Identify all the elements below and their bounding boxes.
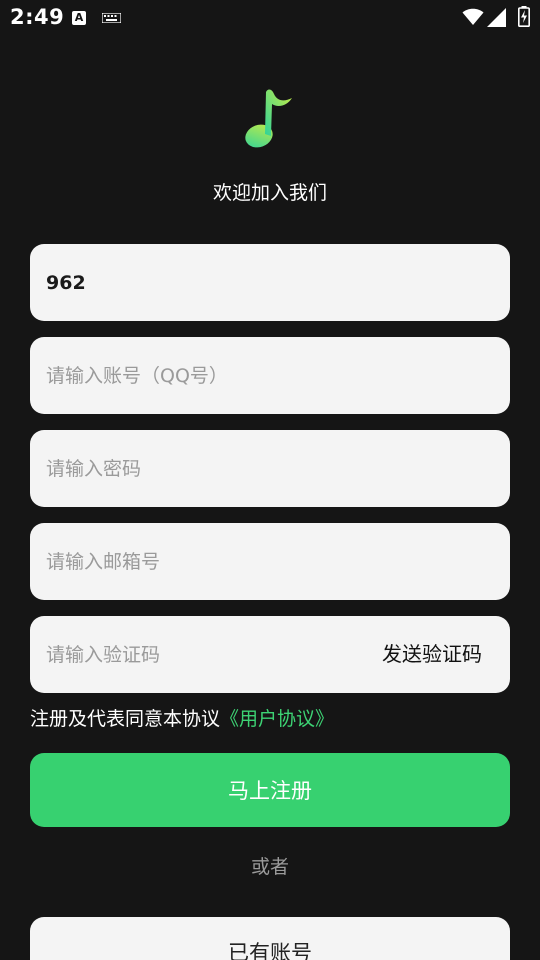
- wifi-icon: [462, 8, 484, 25]
- email-input[interactable]: [46, 523, 486, 600]
- password-input[interactable]: [46, 430, 486, 507]
- email-field[interactable]: [30, 523, 510, 600]
- keyboard-icon: [102, 13, 121, 23]
- first-input-field[interactable]: [30, 244, 510, 321]
- account-field[interactable]: [30, 337, 510, 414]
- battery-charging-icon: [518, 6, 530, 27]
- music-note-icon: [245, 89, 292, 148]
- verification-code-field[interactable]: 发送验证码: [30, 616, 510, 693]
- agreement-text: 注册及代表同意本协议: [30, 708, 221, 730]
- user-agreement-link[interactable]: 《用户协议》: [220, 708, 334, 730]
- welcome-title: 欢迎加入我们: [212, 182, 327, 204]
- first-input[interactable]: [46, 244, 486, 321]
- status-bar: 2:49 A: [0, 0, 540, 38]
- account-input[interactable]: [46, 337, 486, 414]
- send-code-button[interactable]: 发送验证码: [382, 616, 482, 693]
- existing-account-button[interactable]: 已有账号: [30, 917, 510, 960]
- cellular-signal-icon: [487, 8, 506, 27]
- register-screen: 2:49 A 欢迎加入我们 962 请输入账号（QQ号） 请输入邮箱号 请输入验…: [0, 0, 540, 960]
- status-time: 2:49: [10, 5, 65, 29]
- register-button[interactable]: 马上注册: [30, 753, 510, 827]
- password-field[interactable]: [30, 430, 510, 507]
- or-divider-text: 或者: [250, 856, 289, 878]
- a-icon: A: [72, 11, 86, 25]
- verification-code-input[interactable]: [46, 616, 346, 693]
- agreement-line: 注册及代表同意本协议《用户协议》: [30, 704, 334, 731]
